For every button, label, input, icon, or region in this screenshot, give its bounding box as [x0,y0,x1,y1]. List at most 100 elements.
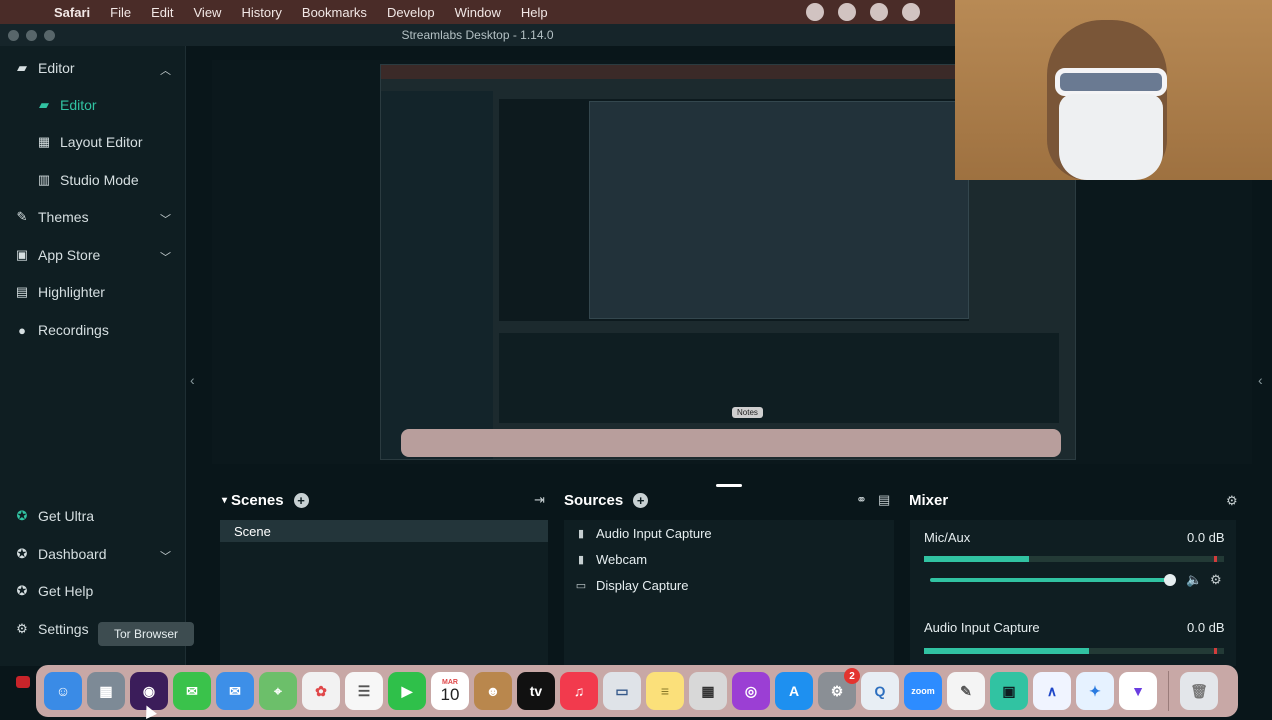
maps-icon[interactable]: ⌖ [259,672,297,710]
music-icon[interactable]: ♫ [560,672,598,710]
facetime-icon[interactable]: ▶ [388,672,426,710]
minimize-window-button[interactable] [26,30,37,41]
webcam-mask [1059,94,1163,180]
podcasts-icon[interactable]: ◎ [732,672,770,710]
mixer-settings-gear-icon[interactable]: ⚙ [1226,493,1238,509]
finder-icon[interactable]: ☺ [44,672,82,710]
panel-resize-handle[interactable] [716,484,742,487]
app-store-dock-icon[interactable]: A [775,672,813,710]
menu-history[interactable]: History [241,5,281,20]
sidebar-item-editor[interactable]: ▰ Editor [36,97,97,113]
add-source-button[interactable]: + [633,493,649,508]
notes-icon[interactable]: ≡ [646,672,684,710]
menu-help[interactable]: Help [521,5,548,20]
sidebar-item-dashboard[interactable]: ✪ Dashboard [14,546,107,562]
proton-mail-icon[interactable]: ▼ [1119,672,1157,710]
mixer-header: Mixer [909,492,948,509]
sidebar-item-layout-editor[interactable]: ▦ Layout Editor [36,134,143,150]
extension-icon[interactable] [806,3,824,21]
network-icon[interactable] [870,3,888,21]
notification-badge: 2 [844,668,860,684]
reminders-icon[interactable]: ☰ [345,672,383,710]
mixer-channel-name: Audio Input Capture [924,620,1040,635]
sidebar-item-app-store[interactable]: ▣ App Store [14,247,100,263]
sidebar-item-label: Get Ultra [38,508,95,524]
collapse-left-icon[interactable]: ‹ [190,372,195,388]
sidebar-item-studio-mode[interactable]: ▥ Studio Mode [36,172,139,188]
menu-view[interactable]: View [194,5,222,20]
scene-item[interactable]: Scene [220,520,548,542]
scenes-list: Scene [220,520,548,666]
messages-icon[interactable]: ✉ [173,672,211,710]
sidebar-item-highlighter[interactable]: ▤ Highlighter [14,284,105,300]
safari-icon[interactable]: ✦ [1076,672,1114,710]
volume-slider-handle[interactable] [1164,574,1176,586]
system-preferences-icon[interactable]: ⚙ 2 [818,668,860,710]
meter-peak [1214,648,1217,654]
mail-icon[interactable]: ✉ [216,672,254,710]
chevron-down-icon[interactable]: ﹀ [160,548,171,564]
file-icon: ▮ [577,527,585,540]
calendar-icon[interactable]: MAR 10 [431,672,469,710]
preview-app-icon[interactable]: ▭ [603,672,641,710]
mixer-level-meter [924,556,1224,562]
menu-file[interactable]: File [110,5,131,20]
sidebar-item-label: Highlighter [38,284,105,300]
sidebar-item-label: Recordings [38,322,109,338]
chevron-up-icon[interactable]: ︿ [160,62,171,78]
sidebar-item-settings[interactable]: ⚙ Settings [14,621,88,637]
sidebar-item-get-ultra[interactable]: ✪ Get Ultra [14,508,94,524]
channel-settings-gear-icon[interactable]: ⚙ [1210,572,1222,588]
source-label: Webcam [596,551,648,567]
trash-icon[interactable]: 🗑 [1180,672,1218,710]
settings-gear-icon: ⚙ [16,621,28,636]
meter-fill [924,556,1029,562]
dock-separator [1168,671,1169,711]
dock: ☺ ▦ ◉ ✉ ✉ ⌖ ✿ ☰ ▶ MAR 10 ☻ tv ♫ ▭ ≡ ▦ ◎ … [36,665,1238,717]
menu-develop[interactable]: Develop [387,5,435,20]
zoom-window-button[interactable] [44,30,55,41]
source-item[interactable]: ▭ Display Capture [564,572,894,598]
source-folder-icon[interactable]: ⚭ [856,492,867,508]
menu-app-safari[interactable]: Safari [54,5,90,20]
calculator-icon[interactable]: ▦ [689,672,727,710]
speaker-icon[interactable]: 🔈 [1186,572,1202,588]
mixer-title: Mixer [909,492,949,509]
collapse-right-icon[interactable]: ‹ [1258,372,1263,388]
chevron-down-icon[interactable]: ﹀ [160,211,171,227]
sidebar-item-themes[interactable]: ✎ Themes [14,209,89,225]
sidebar-item-recordings[interactable]: ● Recordings [14,322,109,338]
sidebar-item-label: Editor [60,97,97,113]
volume-slider[interactable] [930,578,1170,582]
sidebar-item-editor-group[interactable]: ▰ Editor [14,60,75,76]
source-item[interactable]: ▮ Audio Input Capture [564,520,894,546]
highlighter-icon: ▤ [15,284,29,299]
zoom-app-icon[interactable]: zoom [904,672,942,710]
chevron-down-icon[interactable]: ﹀ [160,249,171,265]
webcam-overlay [955,0,1272,180]
launchpad-icon[interactable]: ▦ [87,672,125,710]
add-folder-icon[interactable]: ▤ [878,492,890,508]
camera-status-icon[interactable] [838,3,856,21]
recording-indicator [16,676,30,688]
scenes-title: Scenes [231,492,284,509]
apple-tv-icon[interactable]: tv [517,672,555,710]
menu-edit[interactable]: Edit [151,5,173,20]
sidebar-item-get-help[interactable]: ✪ Get Help [14,583,94,599]
photos-icon[interactable]: ✿ [302,672,340,710]
add-scene-button[interactable]: + [293,493,309,508]
dock-tooltip: Tor Browser [98,622,194,646]
info-icon[interactable] [902,3,920,21]
textedit-icon[interactable]: ✎ [947,672,985,710]
nested-sidebar [381,91,493,459]
source-item[interactable]: ▮ Webcam [564,546,894,572]
scene-transition-icon[interactable]: ⇥ [534,492,545,508]
menu-window[interactable]: Window [455,5,501,20]
contacts-icon[interactable]: ☻ [474,672,512,710]
streamlabs-icon[interactable]: ▣ [990,672,1028,710]
menu-bookmarks[interactable]: Bookmarks [302,5,367,20]
quicktime-icon[interactable]: Q [861,672,899,710]
proton-vpn-icon[interactable]: ∧ [1033,672,1071,710]
close-window-button[interactable] [8,30,19,41]
editor-icon: ▰ [17,60,27,75]
